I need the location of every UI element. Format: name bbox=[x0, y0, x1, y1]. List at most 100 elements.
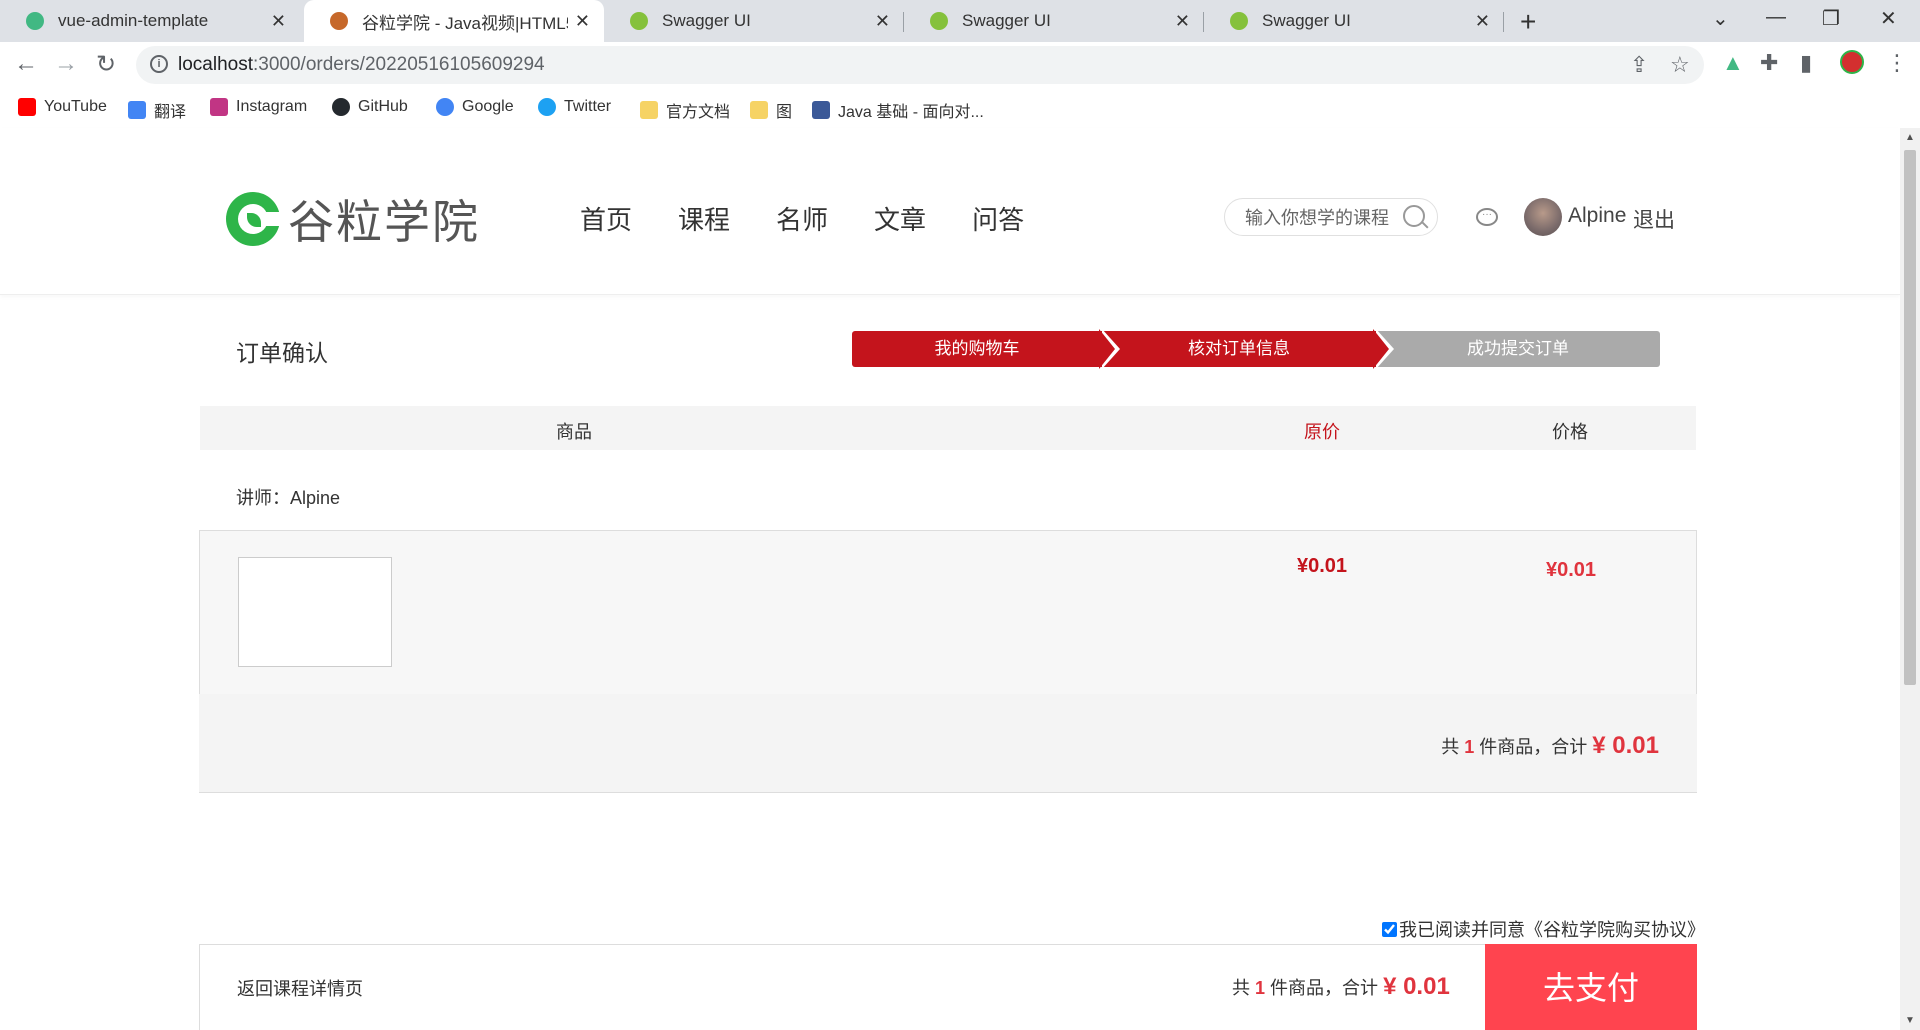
browser-tab[interactable]: Swagger UI ✕ bbox=[604, 0, 904, 42]
address-bar[interactable]: i localhost:3000/orders/2022051610560929… bbox=[136, 46, 1704, 84]
step-arrow-chevron-icon bbox=[1099, 329, 1115, 369]
bookmark-label: 图 bbox=[776, 104, 793, 121]
bookmark-github[interactable]: GitHub bbox=[332, 98, 408, 116]
tab-close-icon[interactable]: ✕ bbox=[875, 11, 890, 32]
nav-teachers[interactable]: 名师 bbox=[776, 200, 828, 237]
tab-separator bbox=[1503, 12, 1504, 32]
tab-title: Swagger UI bbox=[1262, 11, 1351, 30]
footer-total-prefix: 共 bbox=[1232, 978, 1250, 998]
share-icon[interactable]: ⇪ bbox=[1630, 52, 1648, 78]
tab-close-icon[interactable]: ✕ bbox=[1475, 11, 1490, 32]
summary-count: 1 bbox=[1464, 737, 1475, 757]
bookmark-folder-images[interactable]: 图 bbox=[750, 98, 792, 122]
bookmarks-bar: YouTube 翻译 Instagram GitHub Google Twitt… bbox=[0, 88, 1920, 129]
minimize-button[interactable]: — bbox=[1766, 6, 1786, 29]
footer-total-amount: ¥ 0.01 bbox=[1383, 973, 1450, 1000]
tab-search-chevron-icon[interactable]: ⌄ bbox=[1712, 6, 1729, 31]
user-name[interactable]: Alpine bbox=[1568, 204, 1626, 228]
back-to-course-link[interactable]: 返回课程详情页 bbox=[237, 975, 363, 1001]
bookmark-youtube[interactable]: YouTube bbox=[18, 98, 107, 116]
vue-devtools-extension-icon[interactable]: ▲ bbox=[1722, 50, 1744, 76]
item-price: ¥0.01 bbox=[1546, 559, 1597, 581]
site-info-icon[interactable]: i bbox=[150, 55, 168, 73]
browser-menu-icon[interactable]: ⋮ bbox=[1886, 50, 1908, 76]
logout-link[interactable]: 退出 bbox=[1633, 204, 1675, 234]
nav-courses[interactable]: 课程 bbox=[678, 200, 730, 237]
bookmark-label: Instagram bbox=[236, 98, 308, 115]
restore-button[interactable]: ❐ bbox=[1822, 6, 1840, 31]
bookmark-star-icon[interactable]: ☆ bbox=[1670, 52, 1690, 78]
browser-tab[interactable]: Swagger UI ✕ bbox=[1204, 0, 1504, 42]
column-original-price: 原价 bbox=[1304, 422, 1340, 442]
pay-button[interactable]: 去支付 bbox=[1485, 944, 1697, 1030]
course-cover-image[interactable] bbox=[238, 557, 392, 667]
scrollbar-thumb[interactable] bbox=[1904, 150, 1916, 685]
bookmark-instagram[interactable]: Instagram bbox=[210, 98, 307, 116]
bookmark-label: Google bbox=[462, 98, 514, 115]
bookmark-folder-docs[interactable]: 官方文档 bbox=[640, 98, 730, 122]
swagger-favicon-icon bbox=[930, 12, 948, 30]
tab-close-icon[interactable]: ✕ bbox=[575, 11, 590, 32]
order-table-header: 商品 原价 价格 bbox=[200, 406, 1696, 450]
bookmark-label: GitHub bbox=[358, 98, 408, 115]
browser-tab[interactable]: vue-admin-template ✕ bbox=[0, 0, 300, 42]
agreement-checkbox[interactable] bbox=[1382, 921, 1397, 937]
extensions-puzzle-icon[interactable]: ✚ bbox=[1760, 50, 1778, 76]
viewport: vue-admin-template ✕ 谷粒学院 - Java视频|HTML5… bbox=[0, 0, 1920, 1030]
tab-close-icon[interactable]: ✕ bbox=[271, 11, 286, 32]
reload-icon[interactable]: ↻ bbox=[96, 50, 116, 79]
nav-home[interactable]: 首页 bbox=[580, 200, 632, 237]
footer-total: 共 1 件商品，合计 ¥ 0.01 bbox=[1232, 973, 1450, 1001]
step-cart: 我的购物车 bbox=[852, 331, 1102, 367]
message-icon[interactable]: ··· bbox=[1476, 208, 1498, 226]
nav-articles[interactable]: 文章 bbox=[874, 200, 926, 237]
url-host: localhost bbox=[178, 54, 253, 75]
new-tab-button[interactable]: + bbox=[1520, 6, 1536, 38]
folder-icon bbox=[750, 101, 768, 119]
forward-arrow-icon[interactable]: → bbox=[54, 50, 78, 78]
tab-title: vue-admin-template bbox=[58, 11, 209, 30]
youtube-icon bbox=[18, 98, 36, 116]
back-arrow-icon[interactable]: ← bbox=[14, 50, 38, 78]
browser-tab[interactable]: Swagger UI ✕ bbox=[904, 0, 1204, 42]
nav-qa[interactable]: 问答 bbox=[972, 200, 1024, 237]
page-title: 订单确认 bbox=[236, 340, 328, 366]
bookmark-twitter[interactable]: Twitter bbox=[538, 98, 611, 116]
search-icon[interactable] bbox=[1403, 205, 1425, 227]
side-panel-icon[interactable]: ▮ bbox=[1800, 50, 1812, 76]
site-logo[interactable]: 谷粒学院 bbox=[226, 186, 480, 252]
url-path: :3000/orders/20220516105609294 bbox=[253, 54, 545, 75]
summary-middle: 件商品，合计 bbox=[1479, 737, 1588, 757]
logo-text: 谷粒学院 bbox=[288, 196, 480, 248]
bookmark-page-icon bbox=[812, 101, 830, 119]
twitter-icon bbox=[538, 98, 556, 116]
close-window-button[interactable]: ✕ bbox=[1880, 6, 1897, 31]
tab-title: Swagger UI bbox=[662, 11, 751, 30]
basketball-favicon-icon bbox=[330, 12, 348, 30]
summary-text: 共 1 件商品，合计 ¥ 0.01 bbox=[1441, 732, 1659, 760]
page-scrollbar[interactable]: ▲ ▼ bbox=[1900, 128, 1920, 1030]
browser-tab-active[interactable]: 谷粒学院 - Java视频|HTML5视频 ✕ bbox=[304, 0, 604, 42]
bookmark-translate[interactable]: 翻译 bbox=[128, 98, 186, 122]
scroll-up-arrow-icon[interactable]: ▲ bbox=[1905, 132, 1915, 143]
step-submitted: 成功提交订单 bbox=[1376, 331, 1660, 367]
column-price: 价格 bbox=[1552, 422, 1588, 442]
scroll-down-arrow-icon[interactable]: ▼ bbox=[1905, 1015, 1915, 1026]
bookmark-google[interactable]: Google bbox=[436, 98, 514, 116]
footer-total-count: 1 bbox=[1255, 978, 1266, 998]
url-text[interactable]: localhost:3000/orders/20220516105609294 bbox=[178, 54, 545, 76]
bookmark-java-basics[interactable]: Java 基础 - 面向对... bbox=[812, 98, 984, 122]
step-confirm: 核对订单信息 bbox=[1102, 331, 1376, 367]
google-icon bbox=[436, 98, 454, 116]
agreement[interactable]: 我已阅读并同意《谷粒学院购买协议》 bbox=[1382, 916, 1705, 942]
course-search bbox=[1224, 198, 1438, 236]
site-header: 谷粒学院 首页 课程 名师 文章 问答 ··· Alpine 退出 bbox=[0, 128, 1900, 295]
tab-close-icon[interactable]: ✕ bbox=[1175, 11, 1190, 32]
avatar[interactable] bbox=[1524, 198, 1562, 236]
bookmark-label: YouTube bbox=[44, 98, 107, 115]
search-input[interactable] bbox=[1243, 206, 1397, 230]
logo-mark-icon bbox=[226, 192, 280, 246]
profile-avatar-icon[interactable] bbox=[1840, 50, 1864, 74]
checkout-bar: 返回课程详情页 共 1 件商品，合计 ¥ 0.01 去支付 bbox=[199, 944, 1697, 1030]
column-product: 商品 bbox=[556, 422, 592, 442]
